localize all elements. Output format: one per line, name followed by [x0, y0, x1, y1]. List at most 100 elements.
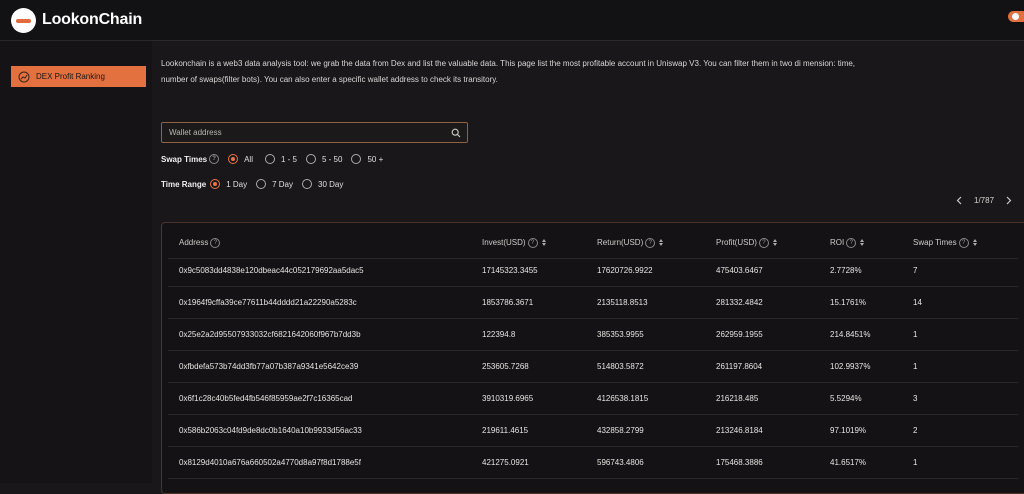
- roi-cell: 97.1019%: [830, 426, 867, 435]
- address-cell[interactable]: 0x9c5083dd4838e120dbeac44c052179692aa5da…: [179, 255, 364, 286]
- return-cell: 4126538.1815: [597, 394, 649, 403]
- sidebar-item-label: DEX Profit Ranking: [36, 72, 105, 81]
- option-label: 7 Day: [272, 179, 294, 189]
- brand-title[interactable]: LookonChain: [42, 11, 142, 29]
- table-row[interactable]: 0x25e2a2d95507933032cf6821642060f967b7dd…: [168, 319, 1018, 351]
- table-row[interactable]: 0xfbdefa573b74dd3fb77a07b387a9341e5642ce…: [168, 351, 1018, 383]
- radio-icon: [264, 154, 275, 164]
- table-row[interactable]: 0x6f1c28c40b5fed4fb546f85959ae2f7c16365c…: [168, 383, 1018, 415]
- chevron-right-icon[interactable]: [1004, 196, 1013, 205]
- chevron-left-icon[interactable]: [955, 196, 964, 205]
- table-row[interactable]: 0x586b2063c04fd9de8dc0b1640a10b9933d56ac…: [168, 415, 1018, 447]
- radio-icon: [351, 154, 362, 164]
- column-header-roi[interactable]: ROI ?: [830, 227, 865, 258]
- sort-icon[interactable]: [541, 239, 546, 246]
- swap-times-option-1-5[interactable]: 1 - 5: [264, 154, 297, 164]
- address-cell[interactable]: 0x586b2063c04fd9de8dc0b1640a10b9933d56ac…: [179, 415, 362, 446]
- help-icon[interactable]: ?: [758, 237, 769, 248]
- column-header-label: Return(USD): [597, 238, 644, 247]
- sort-icon[interactable]: [860, 239, 865, 246]
- table-row[interactable]: 0x8129d4010a676a660502a4770d8a97f8d1788e…: [168, 447, 1018, 479]
- sort-icon[interactable]: [972, 239, 977, 246]
- help-icon[interactable]: ?: [958, 237, 969, 248]
- sort-icon[interactable]: [659, 239, 664, 246]
- address-cell[interactable]: 0x25e2a2d95507933032cf6821642060f967b7dd…: [179, 319, 361, 350]
- help-icon[interactable]: ?: [846, 237, 857, 248]
- column-header-label: Address: [179, 238, 209, 247]
- time-range-filter: Time Range 1 Day 7 Day 30 Day: [161, 177, 343, 191]
- swap-times-cell: 7: [913, 266, 918, 275]
- help-icon[interactable]: ?: [210, 237, 221, 248]
- swap-times-cell: 2: [913, 426, 918, 435]
- swap-times-option-5-50[interactable]: 5 - 50: [306, 154, 342, 164]
- option-label: All: [244, 154, 253, 164]
- sidebar-item-dex-profit-ranking[interactable]: DEX Profit Ranking: [11, 66, 146, 87]
- address-cell[interactable]: 0x8129d4010a676a660502a4770d8a97f8d1788e…: [179, 447, 361, 478]
- swap-times-label: Swap Times ?: [161, 154, 220, 164]
- sidebar: DEX Profit Ranking: [0, 41, 152, 483]
- invest-cell: 219611.4615: [482, 426, 529, 435]
- help-icon[interactable]: ?: [645, 237, 656, 248]
- option-label: 50 +: [367, 154, 384, 164]
- address-cell[interactable]: 0x6f1c28c40b5fed4fb546f85959ae2f7c16365c…: [179, 383, 353, 414]
- column-header-label: Invest(USD): [482, 238, 526, 247]
- swap-times-option-50-plus[interactable]: 50 +: [351, 154, 383, 164]
- lookonchain-logo[interactable]: [11, 8, 36, 33]
- invest-cell: 1853786.3671: [482, 298, 534, 307]
- swap-times-cell: 1: [913, 330, 918, 339]
- time-range-option-30-day[interactable]: 30 Day: [302, 179, 343, 189]
- swap-times-cell: 1: [913, 362, 918, 371]
- radio-icon: [256, 179, 267, 189]
- radio-icon: [306, 154, 316, 164]
- profit-cell: 281332.4842: [716, 298, 763, 307]
- column-header-profit[interactable]: Profit(USD) ?: [716, 227, 777, 258]
- option-label: 1 - 5: [280, 154, 297, 164]
- help-icon[interactable]: ?: [527, 237, 538, 248]
- swap-times-cell: 14: [913, 298, 922, 307]
- return-cell: 385353.9955: [597, 330, 644, 339]
- column-header-address: Address ?: [179, 227, 221, 258]
- logo-mark: [16, 18, 31, 23]
- page-description: Lookonchain is a web3 data analysis tool…: [161, 59, 856, 84]
- invest-cell: 17145323.3455: [482, 266, 538, 275]
- column-header-label: Swap Times: [913, 238, 957, 247]
- swap-times-filter: Swap Times ? All 1 - 5 5 - 50 50 +: [161, 152, 383, 166]
- profit-cell: 213246.8184: [716, 426, 763, 435]
- option-label: 5 - 50: [322, 154, 343, 164]
- search-icon[interactable]: [451, 128, 461, 138]
- return-cell: 2135118.8513: [597, 298, 648, 307]
- column-header-invest[interactable]: Invest(USD) ?: [482, 227, 546, 258]
- swap-times-cell: 1: [913, 458, 918, 467]
- column-header-label: Profit(USD): [716, 238, 757, 247]
- roi-cell: 5.5294%: [830, 394, 862, 403]
- swap-times-option-all[interactable]: All: [228, 154, 253, 164]
- theme-toggle[interactable]: [1008, 11, 1024, 22]
- invest-cell: 3910319.6965: [482, 394, 534, 403]
- address-cell[interactable]: 0x1964f9cffa39ce77611b44dddd21a22290a528…: [179, 287, 357, 318]
- wallet-address-input[interactable]: [162, 127, 451, 138]
- wallet-search-box: [161, 122, 468, 143]
- page-indicator: 1/787: [974, 195, 995, 205]
- return-cell: 596743.4806: [597, 458, 644, 467]
- roi-cell: 41.6517%: [830, 458, 867, 467]
- column-header-return[interactable]: Return(USD) ?: [597, 227, 664, 258]
- return-cell: 514803.5872: [597, 362, 644, 371]
- invest-cell: 122394.8: [482, 330, 516, 339]
- table-row[interactable]: 0x9c5083dd4838e120dbeac44c052179692aa5da…: [168, 255, 1018, 287]
- radio-icon: [302, 179, 313, 189]
- address-cell[interactable]: 0xfbdefa573b74dd3fb77a07b387a9341e5642ce…: [179, 351, 358, 382]
- invest-cell: 253605.7268: [482, 362, 529, 371]
- profit-cell: 216218.485: [716, 394, 759, 403]
- pagination: 1/787: [955, 194, 1013, 206]
- table-row[interactable]: 0x1964f9cffa39ce77611b44dddd21a22290a528…: [168, 287, 1018, 319]
- return-cell: 17620726.9922: [597, 266, 653, 275]
- time-range-option-1-day[interactable]: 1 Day: [210, 179, 247, 189]
- sort-icon[interactable]: [772, 239, 777, 246]
- column-header-swap-times[interactable]: Swap Times ?: [913, 227, 977, 258]
- option-label: 30 Day: [318, 179, 344, 189]
- time-range-label-text: Time Range: [161, 179, 207, 189]
- swap-times-cell: 3: [913, 394, 918, 403]
- help-icon[interactable]: ?: [209, 154, 220, 164]
- time-range-option-7-day[interactable]: 7 Day: [256, 179, 293, 189]
- profit-cell: 475403.6467: [716, 266, 763, 275]
